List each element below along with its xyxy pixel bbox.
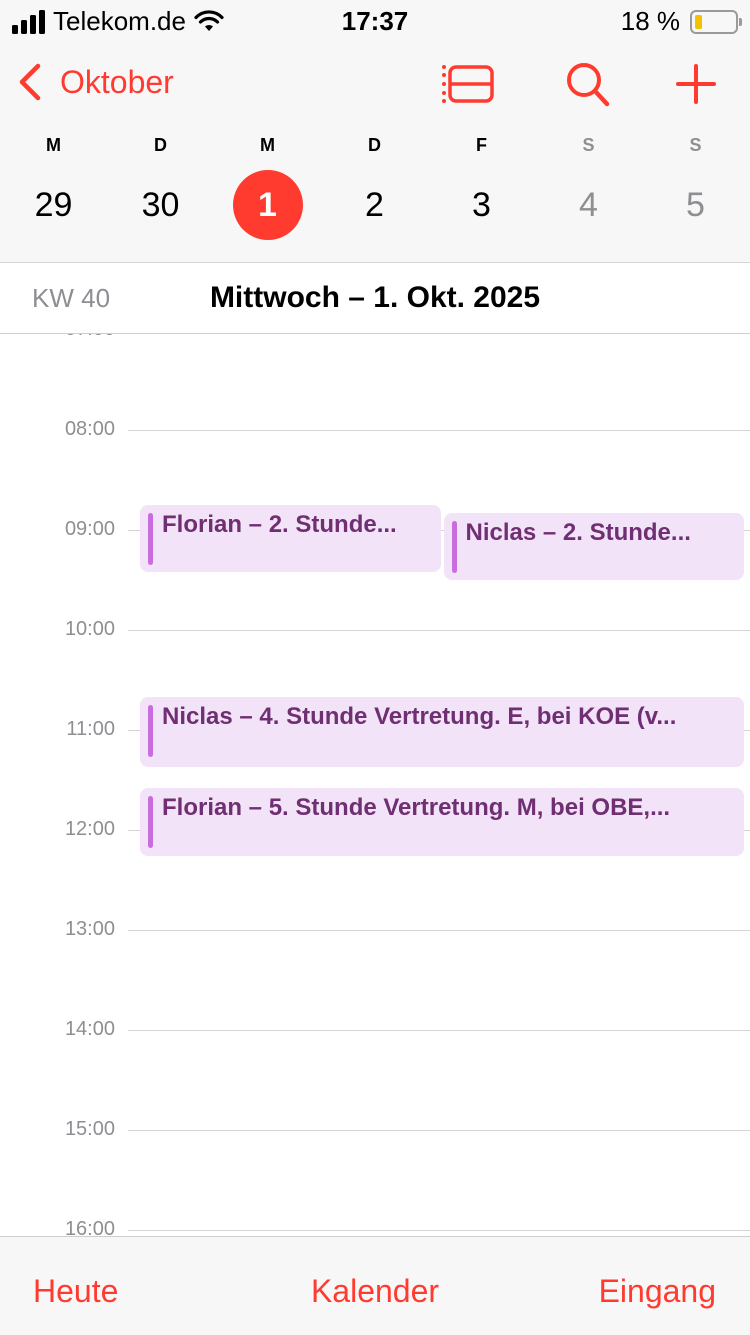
calendar-event[interactable]: Florian – 5. Stunde Vertretung. M, bei O… xyxy=(140,788,744,856)
back-button[interactable]: Oktober xyxy=(16,62,174,102)
event-title: Florian – 2. Stunde... xyxy=(162,511,397,538)
day-number: 2 xyxy=(365,186,384,224)
day-cell[interactable]: D 30 xyxy=(107,130,214,240)
event-color-bar xyxy=(148,513,153,565)
day-number: 4 xyxy=(579,186,598,224)
back-label: Oktober xyxy=(60,63,174,100)
chevron-left-icon xyxy=(19,63,41,101)
calendar-event[interactable]: Niclas – 4. Stunde Vertretung. E, bei KO… xyxy=(140,697,744,767)
battery-percentage: 18 % xyxy=(620,6,680,36)
plus-icon xyxy=(676,64,716,104)
day-cell[interactable]: S 5 xyxy=(642,130,749,240)
hour-label: 11:00 xyxy=(66,718,115,740)
hour-label: 16:00 xyxy=(64,1218,115,1236)
hour-line xyxy=(128,930,750,931)
calendar-event[interactable]: Niclas – 2. Stunde... xyxy=(443,513,744,580)
search-button[interactable] xyxy=(560,58,616,110)
hour-line xyxy=(128,630,750,631)
hour-line xyxy=(128,1130,750,1131)
event-title: Niclas – 4. Stunde Vertretung. E, bei KO… xyxy=(162,703,677,730)
event-color-bar xyxy=(148,796,153,848)
date-header: KW 40 Mittwoch – 1. Okt. 2025 xyxy=(0,263,750,334)
day-number: 30 xyxy=(141,186,180,224)
weekday-letter: D xyxy=(154,135,167,155)
hour-label: 09:00 xyxy=(64,518,115,540)
hour-label: 10:00 xyxy=(64,618,115,640)
day-cell[interactable]: F 3 xyxy=(428,130,535,240)
add-event-button[interactable] xyxy=(668,58,724,110)
calendar-event[interactable]: Florian – 2. Stunde... xyxy=(140,505,441,572)
today-button[interactable]: Heute xyxy=(33,1273,118,1310)
weekday-letter: M xyxy=(260,135,275,155)
tab-bar: Heute Kalender Eingang xyxy=(0,1236,750,1335)
list-view-button[interactable] xyxy=(440,58,496,110)
navigation-bar: Oktober xyxy=(0,52,750,116)
calendars-button[interactable]: Kalender xyxy=(311,1273,439,1309)
hour-label: 08:00 xyxy=(64,418,115,440)
battery-fill xyxy=(695,14,702,29)
event-title: Florian – 5. Stunde Vertretung. M, bei O… xyxy=(162,794,671,821)
weekday-letter: S xyxy=(582,135,595,155)
weekday-letter: S xyxy=(689,135,702,155)
day-cell-selected[interactable]: M 1 xyxy=(214,130,321,240)
event-color-bar xyxy=(451,521,457,573)
hour-label: 07:00 xyxy=(0,334,115,341)
hour-label: 12:00 xyxy=(64,818,115,840)
hour-label: 13:00 xyxy=(64,918,115,940)
day-timeline[interactable]: 07:00 08:00 09:00 10:00 11:00 12:00 13:00 14:00… xyxy=(0,334,750,1236)
day-number: 5 xyxy=(686,186,705,224)
hour-label: 14:00 xyxy=(64,1018,115,1040)
event-color-bar xyxy=(148,705,153,757)
search-icon xyxy=(567,63,610,107)
weekday-letter: M xyxy=(46,135,61,155)
status-bar: Telekom.de 17:37 18 % xyxy=(0,0,750,40)
battery-group: 18 % xyxy=(620,6,742,37)
hour-line xyxy=(128,1230,750,1231)
day-cell[interactable]: S 4 xyxy=(535,130,642,240)
list-view-icon xyxy=(442,65,494,103)
event-title: Niclas – 2. Stunde... xyxy=(465,519,691,546)
hour-line xyxy=(128,430,750,431)
day-number: 1 xyxy=(232,170,303,240)
weekday-letter: F xyxy=(476,135,487,155)
day-cell[interactable]: M 29 xyxy=(0,130,107,240)
top-area: Telekom.de 17:37 18 % Oktober M 29 D 30 … xyxy=(0,0,750,263)
battery-icon xyxy=(690,9,742,34)
day-number: 3 xyxy=(472,186,491,224)
weekday-letter: D xyxy=(368,135,381,155)
week-strip: M 29 D 30 M 1 D 2 F 3 S 4 S 5 xyxy=(0,130,750,240)
day-number: 29 xyxy=(34,186,73,224)
inbox-button[interactable]: Eingang xyxy=(599,1273,716,1310)
hour-label: 15:00 xyxy=(64,1118,115,1140)
date-title: Mittwoch – 1. Okt. 2025 xyxy=(209,281,541,314)
day-cell[interactable]: D 2 xyxy=(321,130,428,240)
hour-line xyxy=(128,1030,750,1031)
